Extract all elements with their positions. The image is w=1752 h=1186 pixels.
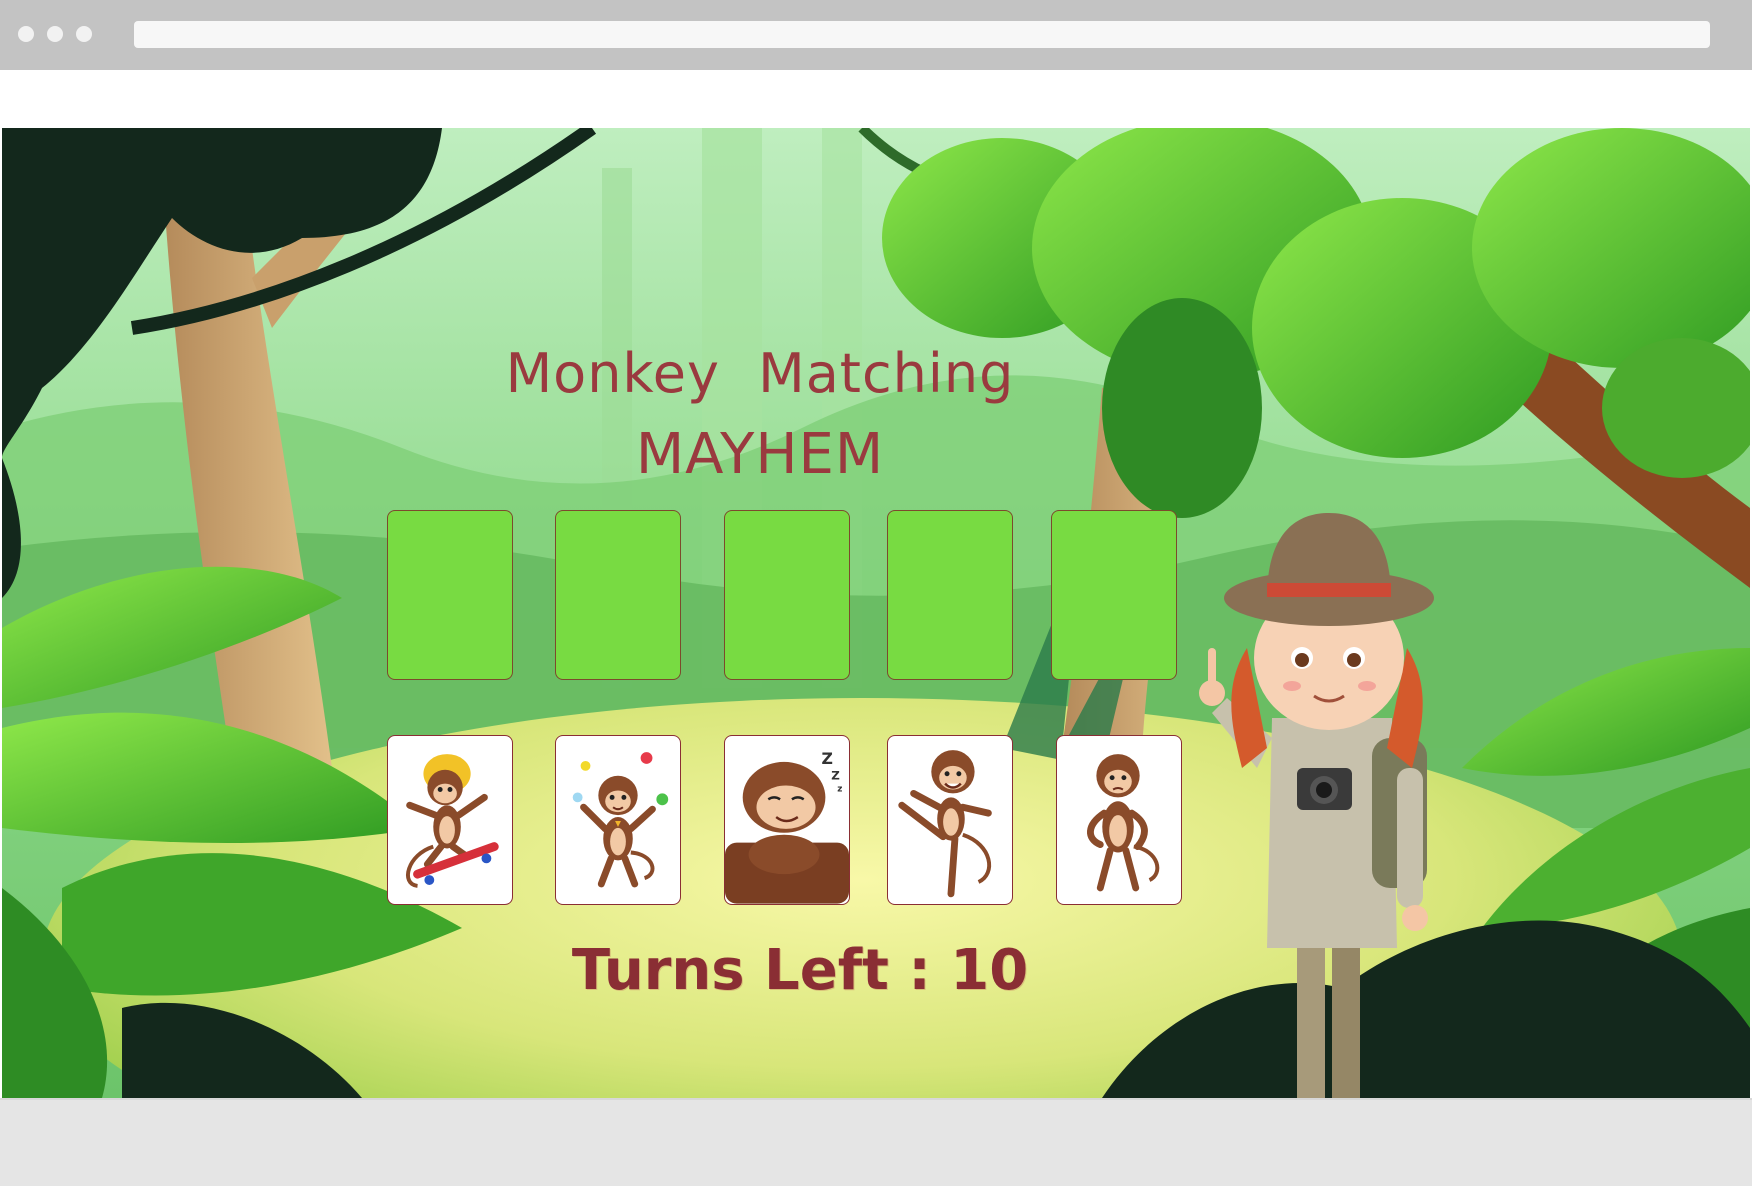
- juggling-monkey-icon: [572, 752, 669, 888]
- game-title-line-1: Monkey Matching: [505, 342, 1015, 405]
- monkey-card-standing[interactable]: [1056, 735, 1182, 905]
- svg-text:Z: Z: [821, 749, 832, 768]
- sleeping-monkey-icon: Z Z z: [725, 749, 849, 904]
- hidden-card-5[interactable]: [1051, 510, 1177, 680]
- svg-text:z: z: [837, 784, 842, 794]
- browser-toolbar: [0, 0, 1752, 70]
- hidden-card-1[interactable]: [387, 510, 513, 680]
- game-title-line-2: MAYHEM: [635, 422, 885, 487]
- monkey-card-sleeping[interactable]: Z Z z: [724, 735, 850, 905]
- page-header-band: [0, 70, 1752, 128]
- svg-text:Z: Z: [831, 769, 840, 783]
- monkey-card-skateboard[interactable]: [387, 735, 513, 905]
- window-minimize-dot[interactable]: [47, 26, 63, 42]
- hidden-card-2[interactable]: [555, 510, 681, 680]
- turns-left-counter: Turns Left : 10: [571, 938, 1029, 1003]
- hidden-card-3[interactable]: [724, 510, 850, 680]
- standing-monkey-icon: [1087, 754, 1160, 892]
- window-close-dot[interactable]: [18, 26, 34, 42]
- browser-bottom-bar: [0, 1098, 1752, 1186]
- window-maximize-dot[interactable]: [76, 26, 92, 42]
- kicking-monkey-icon: [898, 750, 992, 898]
- monkey-card-juggling[interactable]: [555, 735, 681, 905]
- address-bar[interactable]: [134, 21, 1710, 48]
- hidden-card-4[interactable]: [887, 510, 1013, 680]
- monkey-card-kicking[interactable]: [887, 735, 1013, 905]
- browser-window: Monkey Matching MAYHEM Z Z z Turns Left …: [0, 0, 1752, 1186]
- skateboarding-monkey-icon: [406, 754, 499, 888]
